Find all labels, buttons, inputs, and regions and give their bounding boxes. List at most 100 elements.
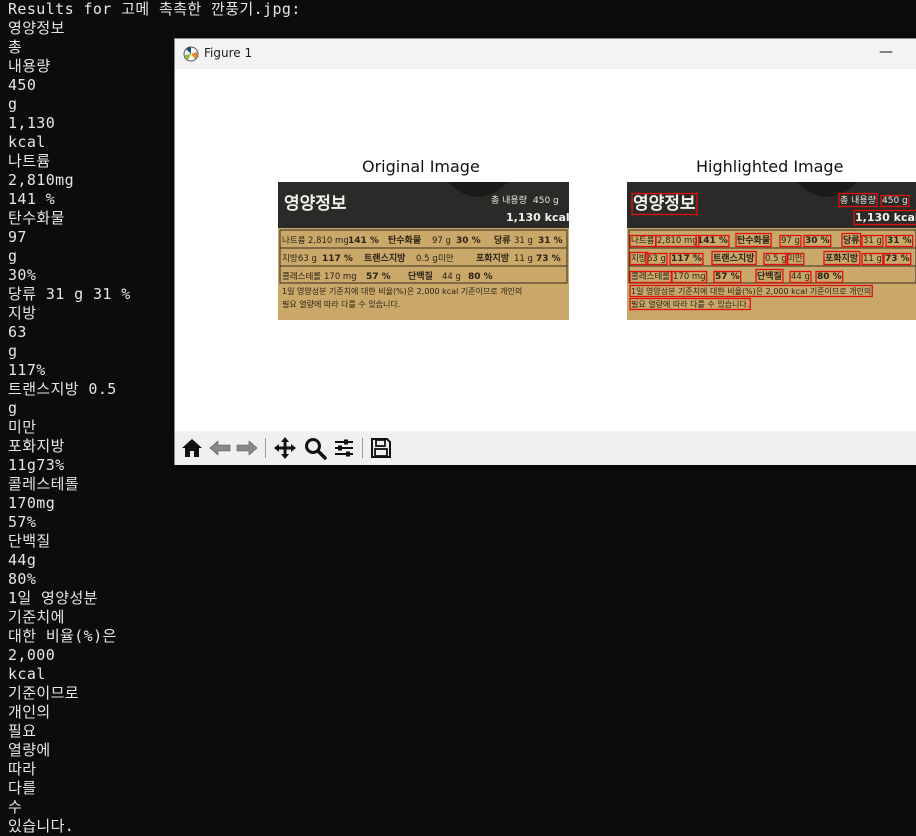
- label-text: 미만: [787, 254, 803, 264]
- label-text: 11 g: [863, 254, 882, 264]
- label-text: 170 mg: [324, 272, 357, 282]
- terminal-line: 단백질: [8, 532, 51, 550]
- terminal-line: 영양정보: [8, 19, 65, 37]
- terminal-line: 450: [8, 76, 37, 94]
- terminal-line: 141 %: [8, 190, 56, 208]
- pan-icon[interactable]: [272, 435, 298, 461]
- label-text: 31 %: [538, 236, 563, 246]
- terminal-line: g: [8, 247, 18, 265]
- label-text: 미만: [438, 254, 454, 264]
- label-text: 탄수화물: [388, 234, 421, 246]
- toolbar-separator: [362, 438, 363, 458]
- label-text: 2,810 mg: [308, 236, 349, 246]
- terminal-line: 44g: [8, 551, 37, 569]
- nutrition-label-image: 영양정보 총 내용량 450 g 1,130 kcal 나트륨 2,810 mg 141 %…: [627, 182, 916, 320]
- forward-icon[interactable]: [234, 435, 260, 461]
- label-text: 2,810 mg: [657, 236, 698, 246]
- terminal-line: 총: [8, 38, 23, 56]
- terminal-line: 미만: [8, 418, 37, 436]
- terminal-line: 11g73%: [8, 456, 65, 474]
- label-text: 콜레스테롤: [282, 272, 321, 282]
- terminal-line: 170mg: [8, 494, 56, 512]
- highlighted-image: 영양정보 총 내용량 450 g 1,130 kcal 나트륨 2,810 mg 141 %…: [627, 182, 916, 320]
- terminal-line: Results for 고메 촉촉한 깐풍기.jpg:: [8, 0, 301, 18]
- terminal-line: 다를: [8, 779, 37, 797]
- original-image-title: Original Image: [362, 157, 480, 176]
- label-text: 총 내용량: [840, 194, 876, 206]
- terminal-line: 30%: [8, 266, 37, 284]
- label-text: 44 g: [442, 272, 461, 282]
- label-text: 63 g: [647, 254, 666, 264]
- label-text: 450 g: [882, 196, 908, 206]
- label-text: 탄수화물: [737, 234, 770, 246]
- terminal-line: g: [8, 399, 18, 417]
- label-text: 1,130 kcal: [855, 211, 916, 224]
- terminal-line: 탄수화물: [8, 209, 65, 227]
- label-text: 141 %: [348, 236, 379, 246]
- label-text: 170 mg: [673, 272, 706, 282]
- terminal-line: 있습니다.: [8, 817, 75, 835]
- label-text: 30 %: [805, 236, 830, 246]
- label-text: 영양정보: [633, 194, 696, 214]
- terminal-line: 2,000: [8, 646, 56, 664]
- label-text: 141 %: [697, 236, 728, 246]
- label-text: 97 g: [432, 236, 451, 246]
- label-text: 단백질: [408, 270, 433, 282]
- label-text: 필요 열량에 따라 다를 수 있습니다.: [282, 299, 400, 309]
- terminal-line: 57%: [8, 513, 37, 531]
- nutrition-label-image: 영양정보 총 내용량 450 g 1,130 kcal 나트륨 2,810 mg 141 %…: [278, 182, 569, 320]
- label-text: 31 g: [863, 236, 882, 246]
- label-text: 필요 열량에 따라 다를 수 있습니다.: [631, 299, 749, 309]
- label-text: 1일 영양성분 기준치에 대한 비율(%)은 2,000 kcal 기준이므로 …: [631, 286, 871, 296]
- terminal-line: 나트륨: [8, 152, 51, 170]
- title-bar[interactable]: Figure 1 —: [175, 39, 916, 69]
- window-title: Figure 1: [204, 46, 253, 60]
- figure-window: Figure 1 — Original Image Highlighted Im…: [174, 38, 916, 465]
- terminal-line: 97: [8, 228, 27, 246]
- label-text: 당류: [843, 234, 860, 246]
- label-text: 콜레스테롤: [631, 272, 670, 282]
- label-text: 포화지방: [825, 252, 859, 264]
- label-text: 총 내용량: [491, 194, 527, 206]
- label-text: 트랜스지방: [713, 252, 755, 264]
- label-text: 63 g: [298, 254, 317, 264]
- label-text: 117 %: [322, 254, 353, 264]
- matplotlib-toolbar: [175, 431, 916, 465]
- terminal-line: 1,130: [8, 114, 56, 132]
- label-text: 57 %: [366, 272, 391, 282]
- terminal-line: 내용량: [8, 57, 51, 75]
- terminal-line: g: [8, 342, 18, 360]
- terminal-line: 개인의: [8, 703, 51, 721]
- minimize-button[interactable]: —: [871, 39, 901, 69]
- label-text: 80 %: [817, 272, 842, 282]
- label-text: 나트륨: [631, 236, 655, 246]
- matplotlib-icon: [183, 46, 199, 62]
- original-image: 영양정보 총 내용량 450 g 1,130 kcal 나트륨 2,810 mg 141 %…: [278, 182, 569, 320]
- terminal-line: kcal: [8, 665, 46, 683]
- label-text: 11 g: [514, 254, 533, 264]
- terminal-line: g: [8, 95, 18, 113]
- label-text: 44 g: [791, 272, 810, 282]
- terminal-line: kcal: [8, 133, 46, 151]
- terminal-line: 콜레스테롤: [8, 475, 80, 493]
- terminal-line: 트랜스지방 0.5: [8, 380, 117, 398]
- label-text: 단백질: [757, 270, 782, 282]
- toolbar-separator: [265, 438, 266, 458]
- back-icon[interactable]: [207, 435, 233, 461]
- terminal-line: 117%: [8, 361, 46, 379]
- save-icon[interactable]: [368, 435, 394, 461]
- label-text: 영양정보: [284, 194, 347, 214]
- home-icon[interactable]: [179, 435, 205, 461]
- terminal-line: 63: [8, 323, 27, 341]
- terminal-line: 따라: [8, 760, 37, 778]
- label-text: 0.5 g: [416, 254, 438, 264]
- label-text: 트랜스지방: [364, 252, 406, 264]
- configure-subplots-icon[interactable]: [331, 435, 357, 461]
- label-text: 31 %: [887, 236, 912, 246]
- terminal-line: 기준이므로: [8, 684, 80, 702]
- label-text: 1,130 kcal: [506, 211, 569, 224]
- label-text: 포화지방: [476, 252, 510, 264]
- label-text: 57 %: [715, 272, 740, 282]
- zoom-icon[interactable]: [302, 435, 328, 461]
- label-text: 73 %: [536, 254, 561, 264]
